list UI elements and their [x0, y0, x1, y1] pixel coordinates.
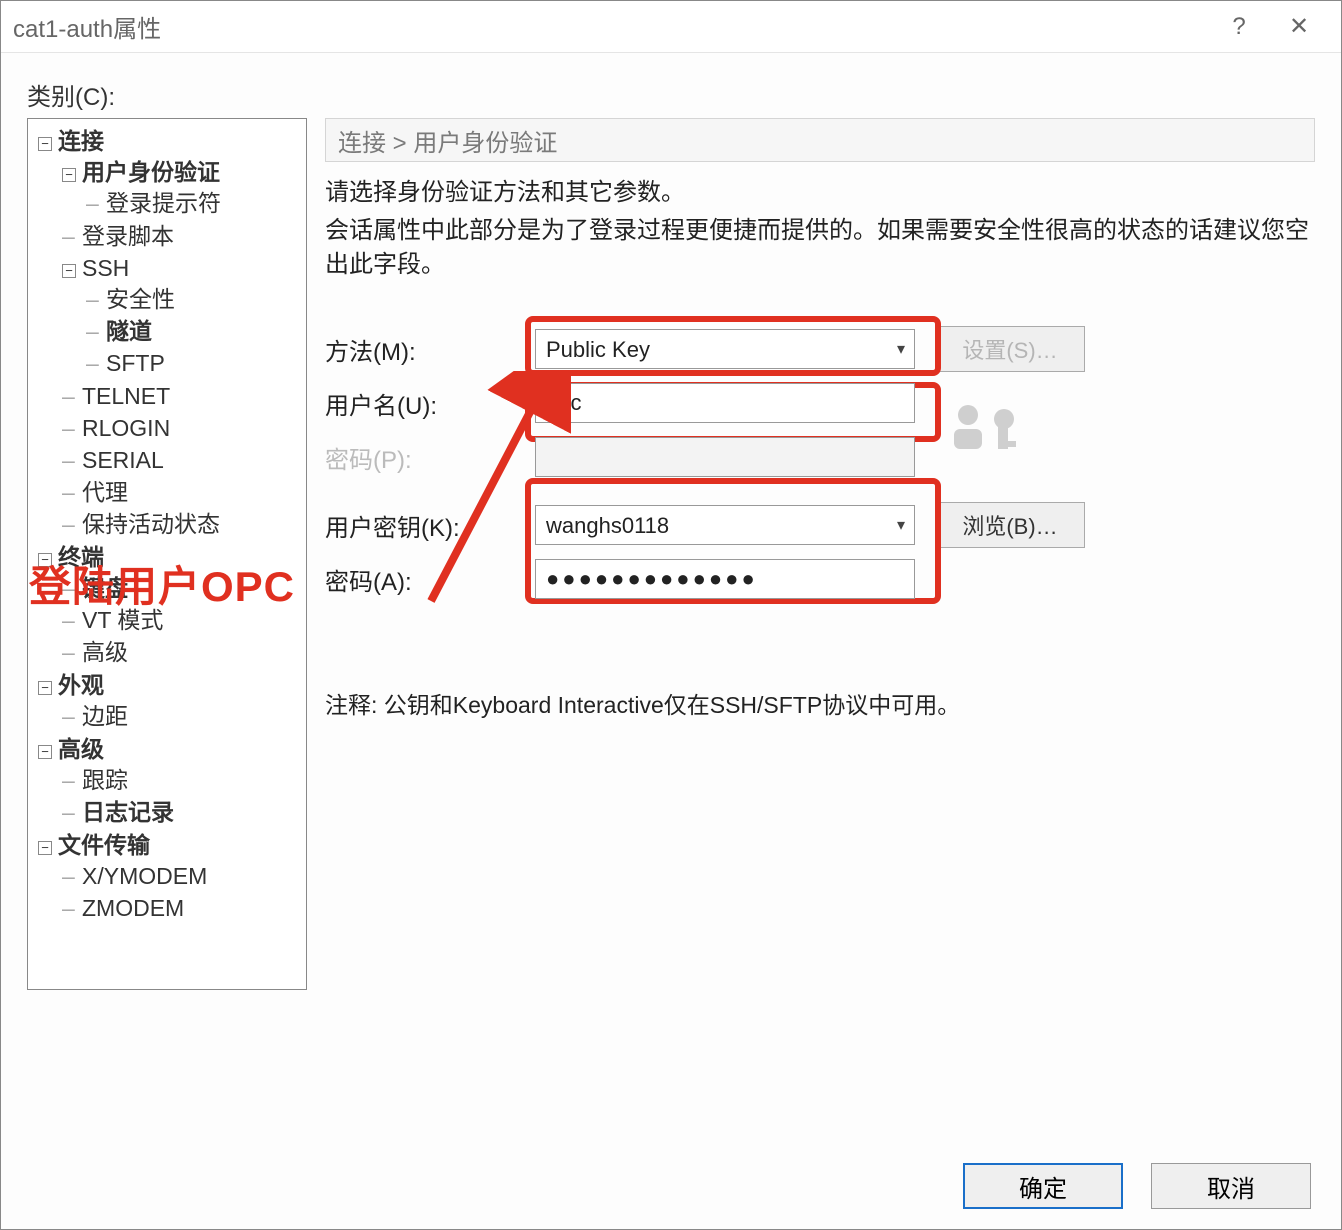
password-input — [535, 437, 915, 477]
tree-leaf-dash: – — [62, 477, 76, 507]
tree-leaf-dash: – — [86, 188, 100, 218]
description-line2: 会话属性中此部分是为了登录过程更便捷而提供的。如果需要安全性很高的状态的话建议您… — [325, 214, 1315, 282]
tree-leaf-dash: – — [62, 861, 76, 891]
tree-item-ssh[interactable]: SSH — [82, 255, 129, 281]
tree-leaf-dash: – — [86, 316, 100, 346]
tree-item-appearance[interactable]: 外观 — [58, 672, 104, 698]
tree-item-tunnel[interactable]: 隧道 — [106, 318, 152, 344]
tree-leaf-dash: – — [86, 284, 100, 314]
passphrase-input[interactable] — [535, 559, 915, 599]
tree-leaf-dash: – — [62, 381, 76, 411]
ok-button[interactable]: 确定 — [963, 1163, 1123, 1209]
tree-leaf-dash: – — [86, 348, 100, 378]
user-key-icon — [945, 398, 1025, 456]
tree-leaf-dash: – — [62, 797, 76, 827]
tree-item-trace[interactable]: 跟踪 — [82, 767, 128, 793]
tree-leaf-dash: – — [62, 701, 76, 731]
tree-expander[interactable]: − — [62, 264, 76, 278]
tree-item-user-auth[interactable]: 用户身份验证 — [82, 159, 220, 185]
dialog-footer: 确定 取消 — [963, 1163, 1311, 1209]
method-label: 方法(M): — [325, 332, 535, 367]
auth-form: 方法(M): Public Key ▾ 设置(S)… 用户 — [325, 322, 1315, 720]
browse-button[interactable]: 浏览(B)… — [935, 502, 1085, 548]
tree-item-security[interactable]: 安全性 — [106, 286, 175, 312]
tree-expander[interactable]: − — [38, 745, 52, 759]
tree-item-telnet[interactable]: TELNET — [82, 383, 170, 409]
tree-item-terminal[interactable]: 终端 — [58, 544, 104, 570]
tree-expander[interactable]: − — [38, 841, 52, 855]
tree-item-filetransfer[interactable]: 文件传输 — [58, 832, 150, 858]
username-input[interactable] — [535, 383, 915, 423]
tree-item-rlogin[interactable]: RLOGIN — [82, 415, 170, 441]
userkey-label: 用户密钥(K): — [325, 508, 535, 543]
tree-item-keepalive[interactable]: 保持活动状态 — [82, 511, 220, 537]
userkey-select[interactable]: wanghs0118 — [535, 505, 915, 545]
help-button[interactable]: ? — [1209, 13, 1269, 41]
tree-item-login-script[interactable]: 登录脚本 — [82, 223, 174, 249]
tree-item-advanced-terminal[interactable]: 高级 — [82, 639, 128, 665]
tree-expander[interactable]: − — [38, 137, 52, 151]
tree-item-login-prompt[interactable]: 登录提示符 — [106, 190, 221, 216]
tree-item-serial[interactable]: SERIAL — [82, 447, 164, 473]
window-title: cat1-auth属性 — [13, 9, 1209, 44]
tree-leaf-dash: – — [62, 573, 76, 603]
password-label: 密码(P): — [325, 440, 535, 475]
tree-item-logging[interactable]: 日志记录 — [82, 799, 174, 825]
tree-item-proxy[interactable]: 代理 — [82, 479, 128, 505]
settings-button: 设置(S)… — [935, 326, 1085, 372]
tree-leaf-dash: – — [62, 637, 76, 667]
note-text: 注释: 公钥和Keyboard Interactive仅在SSH/SFTP协议中… — [325, 686, 1315, 720]
tree-item-connection[interactable]: 连接 — [58, 128, 104, 154]
category-label: 类别(C): — [27, 77, 1315, 112]
tree-item-vtmode[interactable]: VT 模式 — [82, 607, 163, 633]
category-tree[interactable]: −连接 −用户身份验证 –登录提示符 –登录脚本 −SSH — [27, 118, 307, 990]
dialog-window: cat1-auth属性 ? ✕ 类别(C): −连接 −用户身份验证 –登录提示… — [0, 0, 1342, 1230]
tree-expander[interactable]: − — [38, 681, 52, 695]
description-line1: 请选择身份验证方法和其它参数。 — [325, 176, 1315, 210]
tree-expander[interactable]: − — [38, 553, 52, 567]
tree-expander[interactable]: − — [62, 168, 76, 182]
main-panel: 连接 > 用户身份验证 请选择身份验证方法和其它参数。 会话属性中此部分是为了登… — [325, 118, 1315, 990]
tree-leaf-dash: – — [62, 445, 76, 475]
tree-leaf-dash: – — [62, 413, 76, 443]
titlebar: cat1-auth属性 ? ✕ — [1, 1, 1341, 53]
tree-item-advanced[interactable]: 高级 — [58, 736, 104, 762]
method-select[interactable]: Public Key — [535, 329, 915, 369]
passphrase-label: 密码(A): — [325, 562, 535, 597]
tree-item-sftp[interactable]: SFTP — [106, 350, 165, 376]
close-button[interactable]: ✕ — [1269, 12, 1329, 41]
tree-leaf-dash: – — [62, 605, 76, 635]
tree-item-margin[interactable]: 边距 — [82, 703, 128, 729]
cancel-button[interactable]: 取消 — [1151, 1163, 1311, 1209]
username-label: 用户名(U): — [325, 386, 535, 421]
tree-leaf-dash: – — [62, 893, 76, 923]
tree-item-zmodem[interactable]: ZMODEM — [82, 895, 184, 921]
tree-item-keyboard[interactable]: 键盘 — [82, 575, 128, 601]
tree-leaf-dash: – — [62, 765, 76, 795]
breadcrumb: 连接 > 用户身份验证 — [325, 118, 1315, 162]
tree-leaf-dash: – — [62, 221, 76, 251]
tree-item-xymodem[interactable]: X/YMODEM — [82, 863, 207, 889]
tree-leaf-dash: – — [62, 509, 76, 539]
